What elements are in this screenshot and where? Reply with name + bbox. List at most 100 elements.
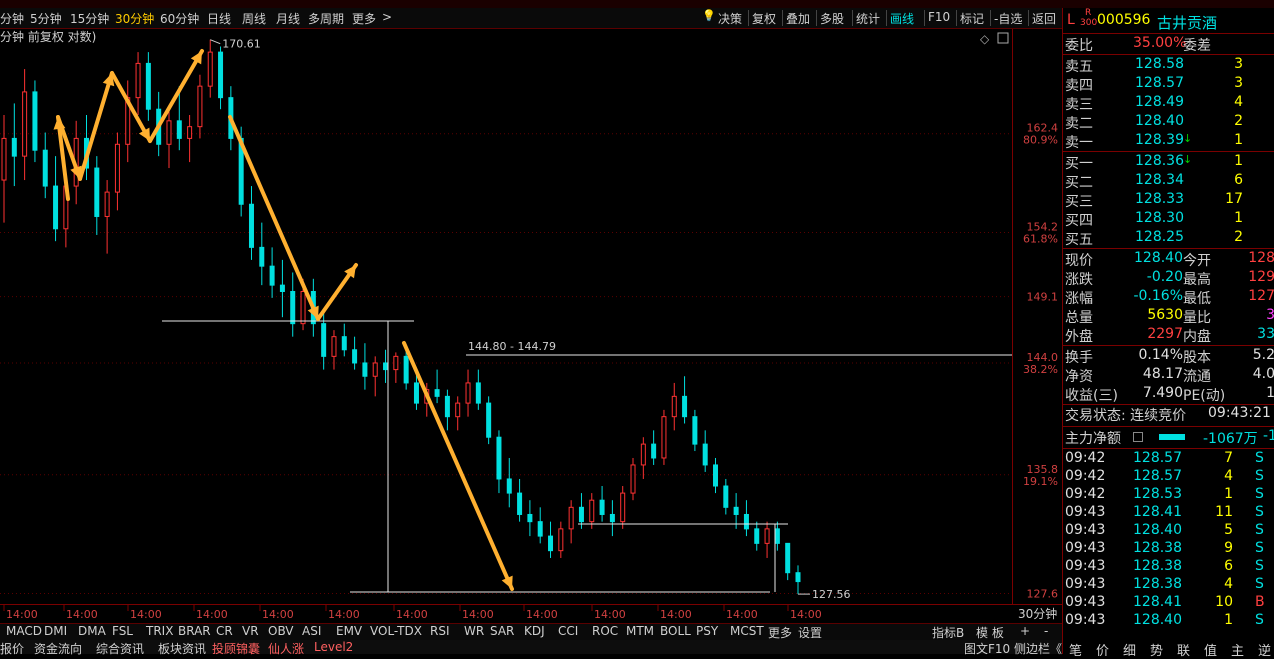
indicator-cci[interactable]: CCI [558, 624, 578, 638]
tick-row[interactable]: 09:43 128.40 5 S [1063, 522, 1274, 541]
buys-row[interactable]: 买三 128.33 17 [1063, 191, 1274, 210]
board-badge-bottom: 300 [1080, 18, 1098, 28]
period-tab-2[interactable]: 15分钟 [70, 10, 109, 27]
level-prefix: L [1067, 12, 1075, 28]
tick-row[interactable]: 09:43 128.38 9 S [1063, 540, 1274, 559]
diamond-icon[interactable]: ◇ [980, 32, 990, 46]
tick-row[interactable]: 09:42 128.53 1 S [1063, 486, 1274, 505]
side-panel-toggle[interactable]: 图文F10 侧边栏《 [964, 640, 1062, 657]
indicator-emv[interactable]: EMV [336, 624, 362, 638]
buys-row[interactable]: 买一 128.36 ↓ 1 [1063, 153, 1274, 172]
bottom-tab-3[interactable]: 板块资讯 [158, 640, 206, 657]
period-tab-1[interactable]: 5分钟 [30, 10, 62, 27]
tick-row[interactable]: 09:42 128.57 7 S [1063, 450, 1274, 469]
toolbar-button-5[interactable]: 画线 [890, 10, 914, 27]
tick-row[interactable]: 09:43 128.38 4 S [1063, 576, 1274, 595]
period-tab-3[interactable]: 30分钟 [115, 10, 154, 27]
sells-row[interactable]: 卖五 128.58 3 [1063, 56, 1274, 75]
bulb-icon: 💡 [702, 9, 716, 22]
bottom-tab-2[interactable]: 综合资讯 [96, 640, 144, 657]
bottom-tab-0[interactable]: 报价 [0, 640, 24, 657]
kline-chart[interactable]: 分钟 前复权 对数) v ◇162.480.9%154.261.8%149.1144… [0, 29, 1062, 605]
indicator-brar[interactable]: BRAR [178, 624, 211, 638]
period-tab-7[interactable]: 月线 [276, 10, 300, 27]
indicator-obv[interactable]: OBV [268, 624, 294, 638]
indicator-设置[interactable]: 设置 [798, 624, 822, 641]
indicator-right-2[interactable]: + [1020, 624, 1030, 638]
toolbar-button-1[interactable]: 复权 [752, 10, 776, 27]
panel-tab-3[interactable]: 势 [1150, 640, 1163, 659]
list-icon[interactable] [1133, 432, 1143, 442]
period-tab-9[interactable]: 更多 [352, 10, 376, 27]
indicator-boll[interactable]: BOLL [660, 624, 691, 638]
period-tab-0[interactable]: 分钟 [0, 10, 24, 27]
panel-tab-7[interactable]: 逆 [1258, 640, 1271, 659]
indicator-roc[interactable]: ROC [592, 624, 618, 638]
stock-name[interactable]: 古井贡酒 [1157, 12, 1217, 33]
indicator-vol-tdx[interactable]: VOL-TDX [370, 624, 422, 638]
indicator-right-1[interactable]: 模 板 [976, 624, 1004, 641]
time-tick-label: 14:00 [196, 608, 228, 621]
indicator-right-0[interactable]: 指标B [932, 624, 964, 641]
bottom-tab-1[interactable]: 资金流向 [34, 640, 82, 657]
period-tab-4[interactable]: 60分钟 [160, 10, 199, 27]
tick-row[interactable]: 09:43 128.40 1 S [1063, 612, 1274, 631]
indicator-psy[interactable]: PSY [696, 624, 718, 638]
book-volume: 4 [1234, 94, 1243, 110]
toolbar-button-2[interactable]: 叠加 [786, 10, 810, 27]
toolbar-button-0[interactable]: 决策 [718, 10, 742, 27]
indicator-dma[interactable]: DMA [78, 624, 106, 638]
period-tab-5[interactable]: 日线 [207, 10, 231, 27]
indicator-fsl[interactable]: FSL [112, 624, 133, 638]
indicator-trix[interactable]: TRIX [146, 624, 173, 638]
indicator-vr[interactable]: VR [242, 624, 259, 638]
period-tab-6[interactable]: 周线 [242, 10, 266, 27]
tick-row[interactable]: 09:43 128.41 10 B [1063, 594, 1274, 613]
indicator-更多[interactable]: 更多 [768, 624, 792, 641]
bottom-tab-4[interactable]: 投顾锦囊 [212, 640, 260, 657]
tick-row[interactable]: 09:43 128.41 11 S [1063, 504, 1274, 523]
kline-chart-area[interactable]: 分钟 前复权 对数) v ◇ 162.4 80.9% 154.2 61.8% 149.1 144… [0, 29, 1062, 605]
indicator-mtm[interactable]: MTM [626, 624, 654, 638]
period-tab-8[interactable]: 多周期 [308, 10, 344, 27]
stock-code[interactable]: 000596 [1097, 12, 1150, 28]
time-tick-label: 14:00 [660, 608, 692, 621]
stat-row: 涨跌 -0.20 最高 129 [1065, 269, 1274, 288]
sells-row[interactable]: 卖一 128.39 ↓ 1 [1063, 132, 1274, 151]
panel-tab-5[interactable]: 值 [1204, 640, 1217, 659]
panel-tab-2[interactable]: 细 [1123, 640, 1136, 659]
toolbar-button-9[interactable]: 返回 [1032, 10, 1056, 27]
buys-row[interactable]: 买五 128.25 2 [1063, 229, 1274, 248]
indicator-wr[interactable]: WR [464, 624, 484, 638]
indicator-right-3[interactable]: - [1044, 624, 1048, 638]
panel-tab-0[interactable]: 笔 [1069, 640, 1082, 659]
indicator-dmi[interactable]: DMI [44, 624, 67, 638]
more-arrow-icon[interactable]: > [382, 10, 392, 24]
book-price: 128.58 [1135, 56, 1184, 72]
tick-row[interactable]: 09:43 128.38 6 S [1063, 558, 1274, 577]
panel-tab-1[interactable]: 价 [1096, 640, 1109, 659]
indicator-macd[interactable]: MACD [6, 624, 42, 638]
buys-row[interactable]: 买二 128.34 6 [1063, 172, 1274, 191]
bottom-tab-5[interactable]: 仙人涨 [268, 640, 304, 657]
buys-row[interactable]: 买四 128.30 1 [1063, 210, 1274, 229]
toolbar-button-8[interactable]: -自选 [994, 10, 1022, 27]
toolbar-button-6[interactable]: F10 [928, 10, 950, 24]
panel-tab-6[interactable]: 主 [1231, 640, 1244, 659]
bottom-tab-6[interactable]: Level2 [314, 640, 353, 654]
indicator-sar[interactable]: SAR [490, 624, 514, 638]
sells-row[interactable]: 卖二 128.40 2 [1063, 113, 1274, 132]
panel-tab-4[interactable]: 联 [1177, 640, 1190, 659]
toolbar-button-3[interactable]: 多股 [820, 10, 844, 27]
indicator-cr[interactable]: CR [216, 624, 233, 638]
indicator-mcst[interactable]: MCST [730, 624, 764, 638]
indicator-rsi[interactable]: RSI [430, 624, 450, 638]
indicator-kdj[interactable]: KDJ [524, 624, 545, 638]
indicator-asi[interactable]: ASI [302, 624, 321, 638]
toolbar-button-7[interactable]: 标记 [960, 10, 984, 27]
tick-row[interactable]: 09:42 128.57 4 S [1063, 468, 1274, 487]
stat-row: 收益(三) 7.490 PE(动) 1 [1065, 385, 1274, 404]
toolbar-button-4[interactable]: 统计 [856, 10, 880, 27]
sells-row[interactable]: 卖四 128.57 3 [1063, 75, 1274, 94]
sells-row[interactable]: 卖三 128.49 4 [1063, 94, 1274, 113]
